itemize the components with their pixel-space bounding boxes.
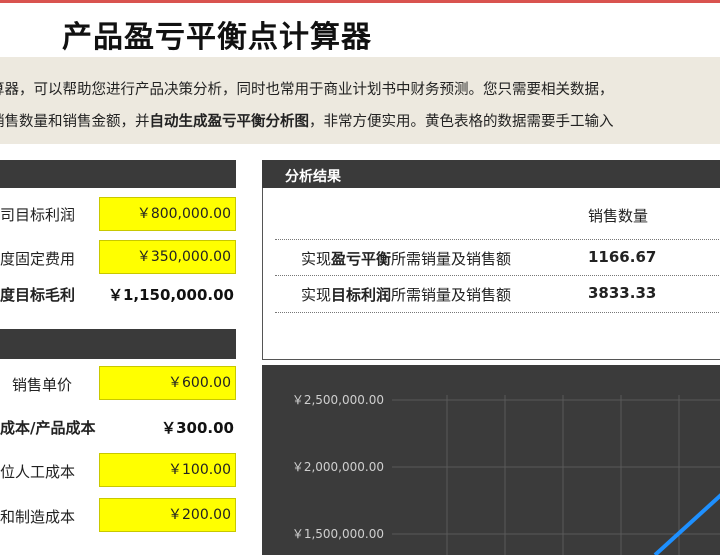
labor-cost-input[interactable]: ￥100.00	[99, 453, 236, 487]
target-profit-input[interactable]: ￥800,000.00	[99, 197, 236, 231]
intro-line-2-text-a: 销售数量和销售金额，并	[0, 114, 150, 130]
fixed-cost-input[interactable]: ￥350,000.00	[99, 240, 236, 274]
target-profit-bold: 目标利润	[331, 286, 392, 304]
unit-price-input[interactable]: ￥600.00	[99, 366, 236, 400]
left-panel-header-2	[0, 329, 236, 359]
left-panel-header-1	[0, 160, 236, 188]
results-divider-2	[275, 275, 720, 276]
results-panel	[262, 188, 720, 360]
y-tick-label-2: ￥2,000,000.00	[292, 460, 384, 474]
intro-line-2-emphasis: 自动生成盈亏平衡分析图	[149, 114, 310, 130]
intro-line-2-text-c: ，非常方便实用。黄色表格的数据需要手工输入	[309, 114, 614, 130]
breakeven-bold: 盈亏平衡	[331, 250, 392, 268]
target-gross-margin-label: 度目标毛利	[0, 286, 76, 304]
target-profit-quantity: 3833.33	[588, 284, 657, 302]
manufacturing-cost-label: 和制造成本	[0, 508, 76, 526]
manufacturing-cost-input[interactable]: ￥200.00	[99, 498, 236, 532]
intro-banner: 算器，可以帮助您进行产品决策分析，同时也常用于商业计划书中财务预测。您只需要相关…	[0, 57, 720, 144]
unit-cost-label: 成本/产品成本	[0, 419, 96, 437]
labor-cost-label: 位人工成本	[0, 463, 76, 481]
target-profit-row-label: 实现目标利润所需销量及销售额	[301, 284, 511, 305]
y-tick-label-3: ￥1,500,000.00	[292, 527, 384, 541]
target-gross-margin-value: ￥1,150,000.00	[107, 286, 234, 304]
fixed-cost-label: 度固定费用	[0, 250, 76, 268]
breakeven-pre: 实现	[301, 250, 332, 268]
top-accent-line	[0, 0, 720, 3]
results-divider-3	[275, 312, 720, 313]
results-title: 分析结果	[285, 169, 341, 185]
breakeven-row-label: 实现盈亏平衡所需销量及销售额	[301, 248, 511, 269]
breakeven-post: 所需销量及销售额	[391, 250, 512, 268]
target-profit-post: 所需销量及销售额	[391, 286, 512, 304]
y-tick-label-1: ￥2,500,000.00	[292, 393, 384, 407]
unit-price-label: 销售单价	[12, 376, 73, 394]
target-profit-pre: 实现	[301, 286, 332, 304]
breakeven-quantity: 1166.67	[588, 248, 657, 266]
chart-svg: ￥2,500,000.00 ￥2,000,000.00 ￥1,500,000.0…	[292, 393, 720, 557]
unit-cost-value: ￥300.00	[161, 419, 234, 437]
results-divider-1	[275, 239, 720, 240]
target-profit-label: 司目标利润	[0, 206, 76, 224]
chart-gridlines	[392, 395, 720, 555]
intro-line-1: 算器，可以帮助您进行产品决策分析，同时也常用于商业计划书中财务预测。您只需要相关…	[0, 82, 614, 98]
page-title: 产品盈亏平衡点计算器	[62, 20, 372, 55]
breakeven-chart: ￥2,500,000.00 ￥2,000,000.00 ￥1,500,000.0…	[262, 365, 720, 557]
results-col-quantity: 销售数量	[588, 207, 649, 225]
intro-line-2: 销售数量和销售金额，并自动生成盈亏平衡分析图，非常方便实用。黄色表格的数据需要手…	[0, 110, 614, 131]
